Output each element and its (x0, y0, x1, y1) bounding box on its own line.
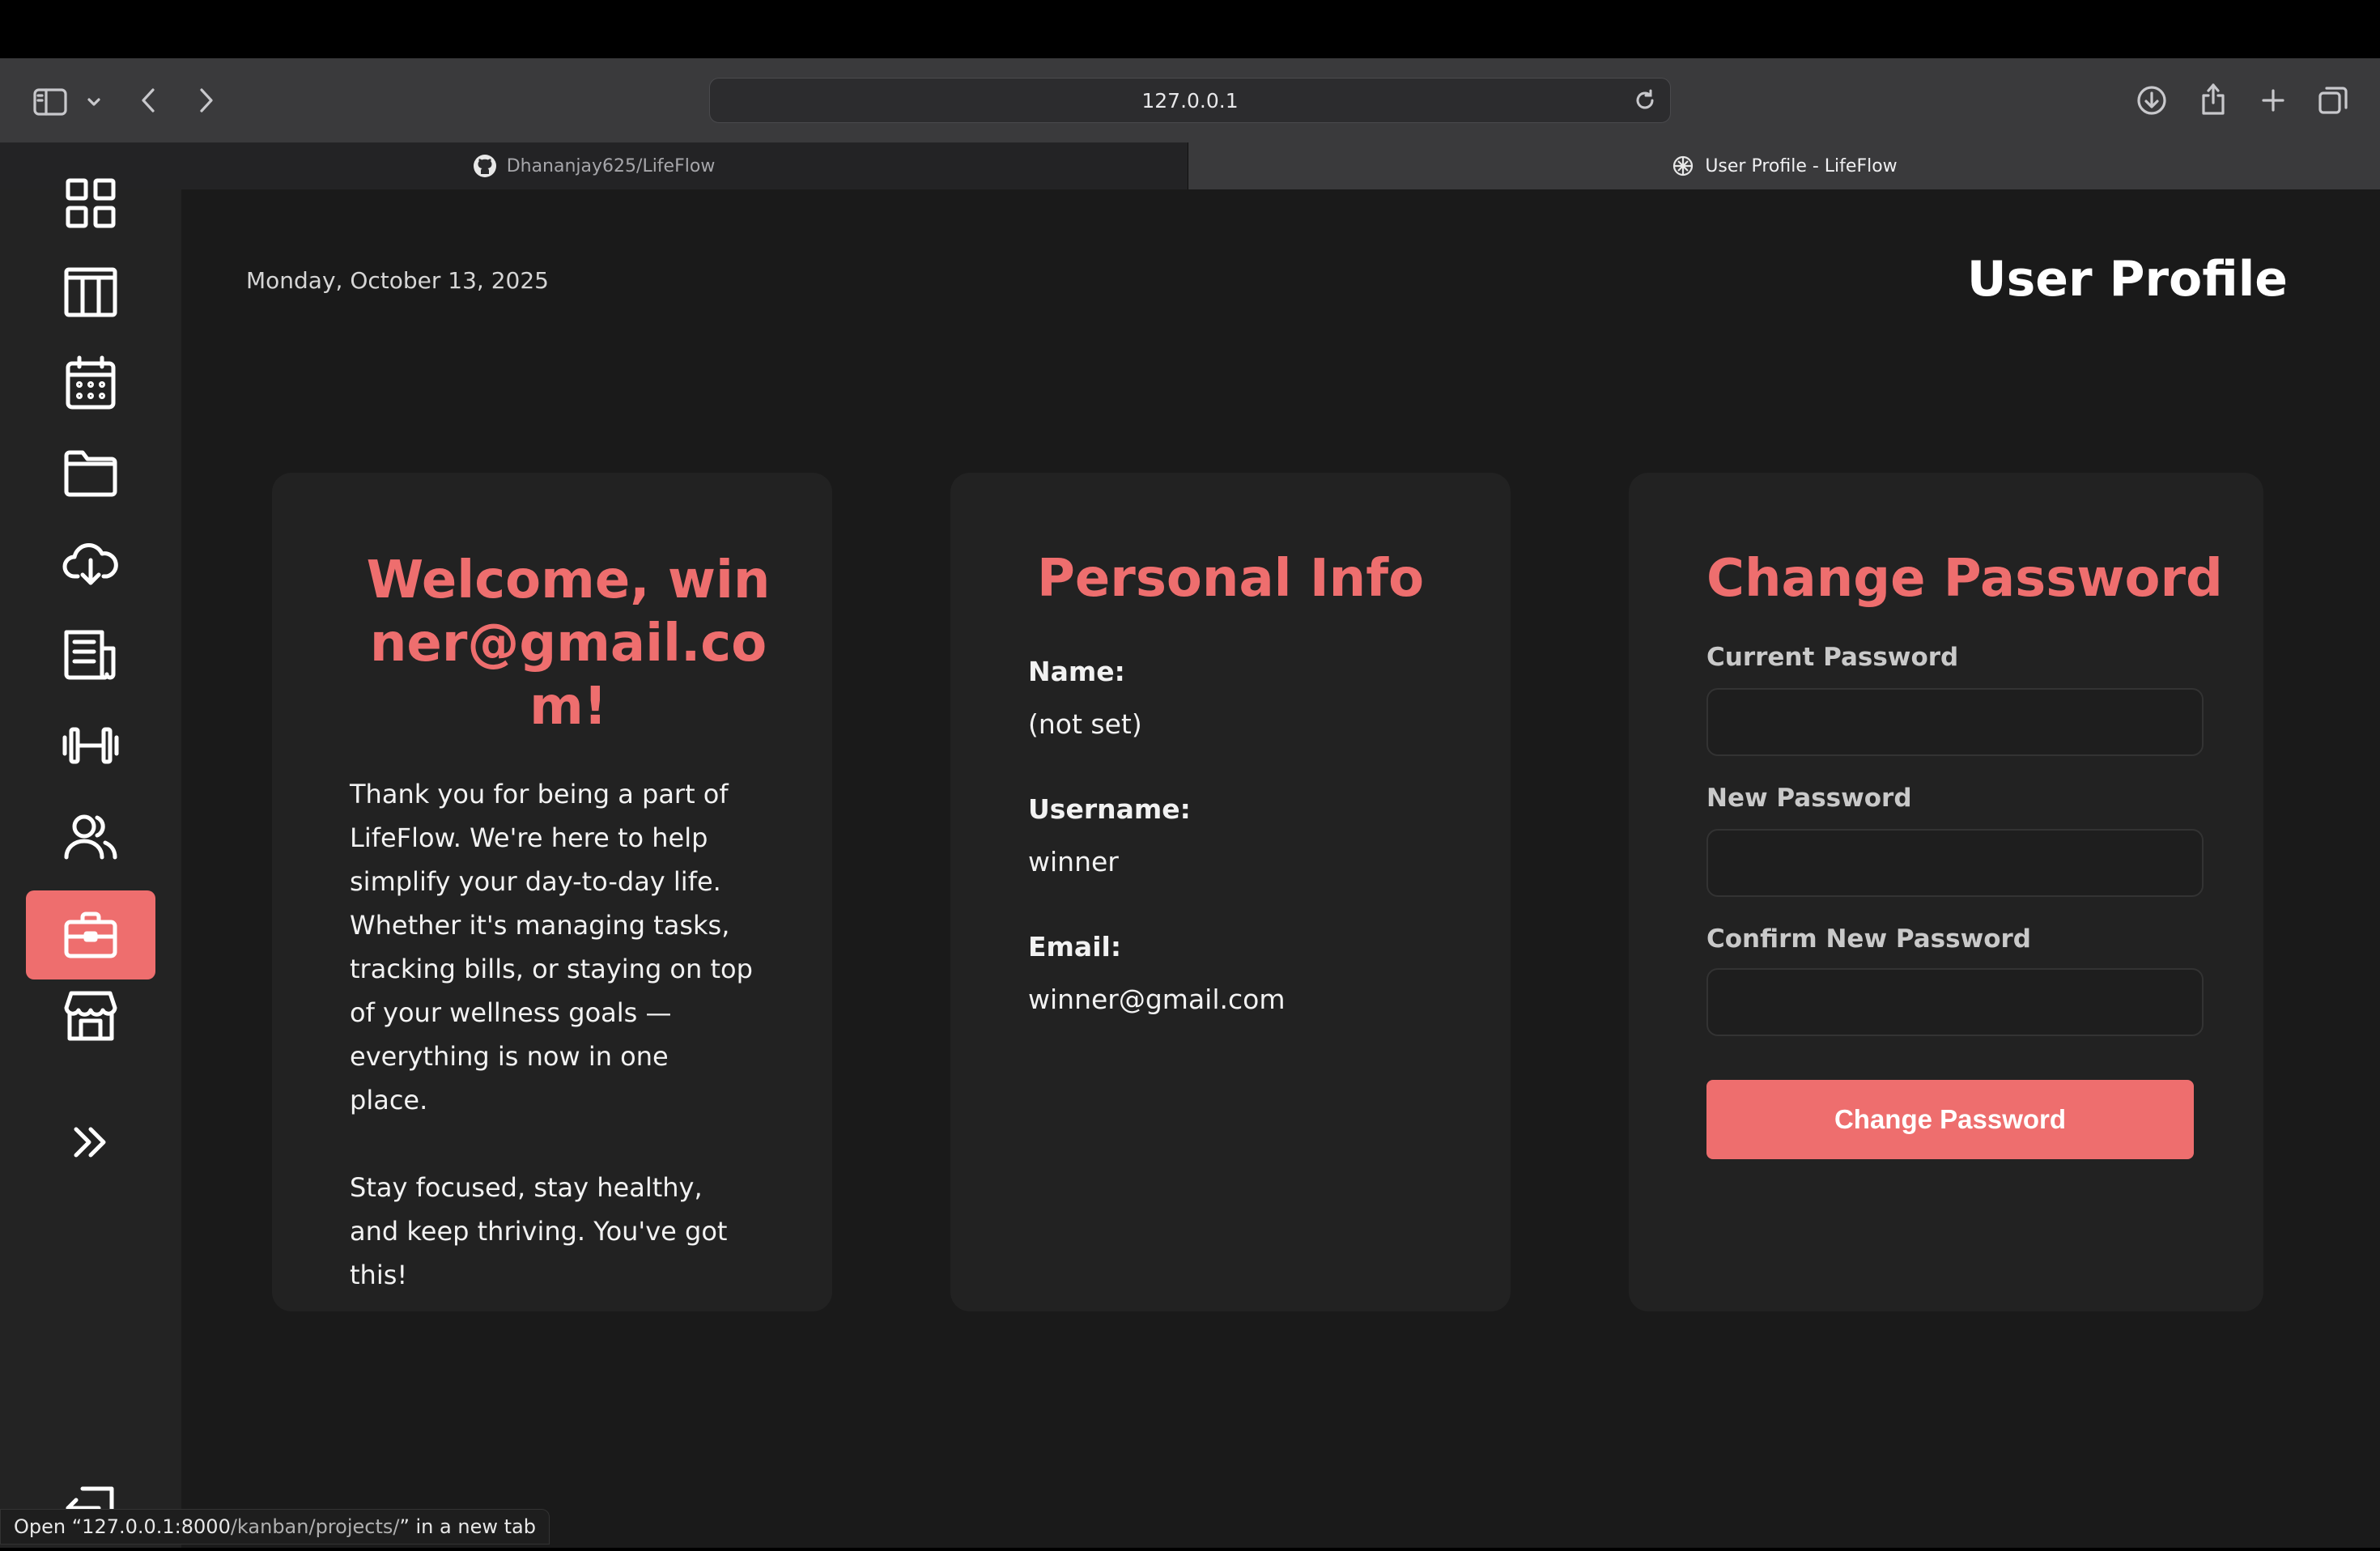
tabs-icon (2318, 87, 2348, 114)
sidebar-dropdown-button[interactable] (81, 91, 107, 113)
sidebar-expand-button[interactable] (26, 1098, 155, 1187)
tab-strip: Dhananjay625/LifeFlow User Profile - Lif… (0, 142, 2380, 189)
sidebar-item-users[interactable] (26, 792, 155, 881)
download-icon (2137, 86, 2166, 115)
sidebar-item-dashboard[interactable] (26, 159, 155, 248)
confirm-password-input[interactable] (1706, 968, 2204, 1036)
reload-button[interactable] (1633, 88, 1657, 117)
email-value: winner@gmail.com (1028, 984, 1286, 1015)
address-bar[interactable]: 127.0.0.1 (709, 78, 1671, 123)
browser-toolbar: 127.0.0.1 (0, 58, 2380, 142)
chevron-down-icon (87, 98, 100, 106)
store-icon (64, 991, 117, 1041)
new-password-input[interactable] (1706, 829, 2204, 897)
current-password-input[interactable] (1706, 688, 2204, 756)
welcome-title: Welcome, winner@gmail.com! (366, 550, 771, 737)
sidebar-item-calendar[interactable] (26, 338, 155, 427)
confirm-password-label: Confirm New Password (1706, 924, 2032, 954)
welcome-paragraph: Stay focused, stay healthy, and keep thr… (350, 1172, 728, 1290)
tab-overview-button[interactable] (2315, 83, 2351, 118)
reload-icon (1636, 89, 1654, 109)
users-icon (64, 814, 117, 860)
personal-info-card: Personal Info Name: (not set) Username: … (950, 473, 1511, 1311)
chevron-left-icon (142, 88, 155, 113)
back-button[interactable] (133, 83, 165, 118)
current-date: Monday, October 13, 2025 (246, 267, 549, 294)
main-content: Monday, October 13, 2025 User Profile We… (181, 189, 2380, 1548)
email-label: Email: (1028, 931, 1122, 962)
sidebar-item-profile[interactable] (26, 890, 155, 979)
sidebar-icon (33, 88, 67, 116)
username-label: Username: (1028, 793, 1191, 825)
app-sidebar (0, 178, 181, 1548)
downloads-button[interactable] (2134, 83, 2170, 118)
welcome-paragraph: Thank you for being a part of LifeFlow. … (350, 779, 753, 1115)
sidebar-toggle-button[interactable] (31, 86, 70, 118)
welcome-message: Thank you for being a part of LifeFlow. … (350, 772, 754, 1297)
address-text: 127.0.0.1 (1141, 88, 1239, 113)
username-field: Username: winner (1028, 793, 1191, 877)
email-field: Email: winner@gmail.com (1028, 931, 1285, 1015)
sidebar-item-documents[interactable] (26, 610, 155, 699)
sidebar-item-fitness[interactable] (26, 701, 155, 790)
cloud-download-icon (62, 543, 118, 585)
columns-icon (64, 267, 117, 317)
forward-button[interactable] (189, 83, 222, 118)
username-value: winner (1028, 846, 1119, 877)
plus-icon (2262, 89, 2284, 112)
welcome-card: Welcome, winner@gmail.com! Thank you for… (272, 473, 832, 1311)
name-value: (not set) (1028, 708, 1142, 740)
change-password-card: Change Password Current Password New Pas… (1629, 473, 2263, 1311)
openai-icon (1673, 155, 1694, 176)
menu-bar-area (0, 0, 2380, 58)
share-icon (2202, 83, 2225, 115)
tab-github[interactable]: Dhananjay625/LifeFlow (0, 142, 1188, 189)
new-tab-button[interactable] (2255, 83, 2291, 118)
chevron-right-icon (200, 88, 213, 113)
calendar-icon (66, 355, 116, 410)
current-password-label: Current Password (1706, 643, 1959, 672)
sidebar-item-cloud[interactable] (26, 520, 155, 609)
change-password-title: Change Password (1706, 549, 2223, 609)
name-label: Name: (1028, 656, 1125, 687)
sidebar-item-kanban[interactable] (26, 248, 155, 337)
briefcase-icon (64, 911, 117, 958)
tab-label: User Profile - LifeFlow (1705, 155, 1898, 176)
personal-info-title: Personal Info (1036, 549, 1425, 609)
folder-icon (64, 450, 117, 497)
newspaper-icon (64, 630, 116, 680)
sidebar-item-store[interactable] (26, 971, 155, 1060)
link-status-bar: Open “ 127.0.0.1:8000 /kanban/projects/ … (0, 1509, 550, 1545)
dumbbell-icon (62, 727, 119, 764)
github-icon (473, 155, 496, 177)
new-password-label: New Password (1706, 784, 1912, 813)
name-field: Name: (not set) (1028, 656, 1142, 740)
page-title: User Profile (1966, 251, 2288, 308)
grid-icon (66, 178, 116, 228)
share-button[interactable] (2195, 79, 2231, 118)
tab-label: Dhananjay625/LifeFlow (506, 155, 716, 176)
sidebar-item-folder[interactable] (26, 429, 155, 518)
tab-user-profile[interactable]: User Profile - LifeFlow (1188, 142, 2380, 189)
change-password-button[interactable]: Change Password (1706, 1080, 2194, 1159)
chevrons-right-icon (74, 1127, 106, 1158)
